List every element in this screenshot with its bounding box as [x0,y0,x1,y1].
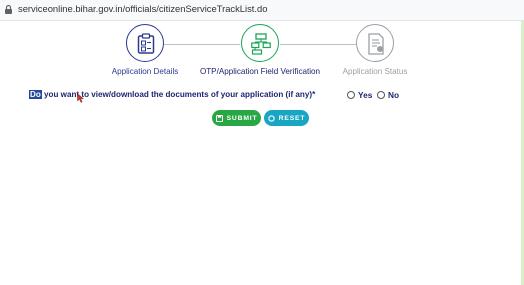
submit-label: SUBMIT [226,114,258,122]
url-text[interactable]: serviceonline.bihar.gov.in/officials/cit… [18,3,267,14]
step-2-label: OTP/Application Field Verification [199,67,321,76]
document-icon [368,33,384,55]
no-radio[interactable] [377,90,385,99]
lock-icon [5,4,12,14]
submit-button[interactable]: SUBMIT [212,110,261,126]
browser-address-bar[interactable]: serviceonline.bihar.gov.in/officials/cit… [0,0,524,21]
step-connector [280,44,356,45]
required-mark: * [312,90,316,99]
step-2-circle[interactable] [241,24,279,62]
save-icon [215,114,223,122]
step-1-label: Application Details [111,67,179,76]
reset-button[interactable]: RESET [264,110,309,126]
flowchart-icon [251,33,271,55]
option-yes[interactable]: Yes [347,90,372,100]
question-selected-text: Do [29,90,42,99]
progress-stepper: Application Details OTP/Application Fiel… [0,22,524,82]
yes-label[interactable]: Yes [358,90,372,100]
reset-label: RESET [278,114,306,122]
step-connector [164,44,240,45]
documents-question: Do you want to view/download the documen… [29,90,315,99]
step-1-circle[interactable] [126,24,164,62]
step-3-circle[interactable] [356,24,394,62]
reset-icon [268,114,275,122]
step-3-label: Application Status [342,67,408,76]
no-label[interactable]: No [388,90,399,100]
yes-radio[interactable] [347,90,355,99]
mouse-cursor-icon [77,93,84,103]
option-no[interactable]: No [377,90,399,100]
clipboard-icon [137,33,155,54]
